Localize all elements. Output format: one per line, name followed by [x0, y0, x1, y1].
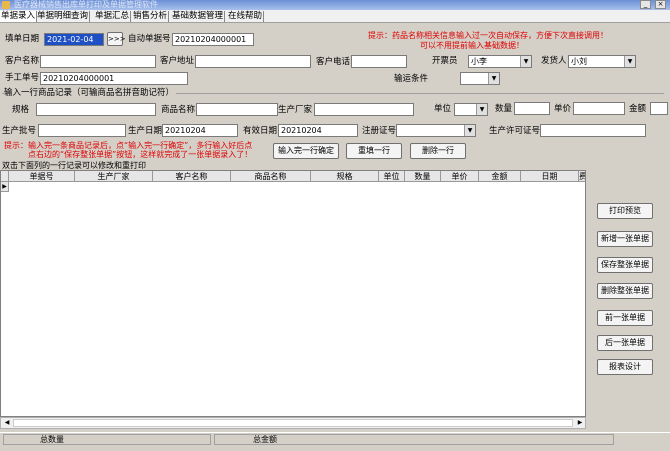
- unit-label: 单位: [434, 104, 452, 114]
- next-doc-button[interactable]: 后一张单据: [597, 335, 653, 351]
- tip-top-line2: 可以不用提前输入基础数据！: [420, 41, 524, 50]
- price-field[interactable]: [573, 102, 625, 115]
- refill-row-button[interactable]: 重填一行: [346, 143, 402, 159]
- transport-combo[interactable]: ▼: [460, 72, 500, 85]
- manual-no-field[interactable]: 20210204000001: [40, 72, 188, 85]
- qty-label: 数量: [495, 104, 513, 114]
- shipper-label: 发货人: [541, 56, 567, 66]
- customer-phone-field[interactable]: [351, 55, 407, 68]
- print-preview-button[interactable]: 打印预览: [597, 203, 653, 219]
- delete-row-button[interactable]: 删除一行: [410, 143, 466, 159]
- total-qty-label: 总数量: [40, 435, 64, 444]
- issuer-label: 开票员: [432, 56, 458, 66]
- issuer-combo[interactable]: 小李 ▼: [468, 55, 532, 68]
- status-bar: 总数量 总金额: [0, 432, 670, 445]
- menu-item-summary[interactable]: 单据汇总: [94, 11, 132, 22]
- window-title: 医疗器械销售出库单打印及单据管理软件: [14, 0, 158, 9]
- report-design-button[interactable]: 报表设计: [597, 359, 653, 375]
- menu-item-entry[interactable]: 单据录入: [0, 11, 38, 22]
- col-header-customer[interactable]: 客户名称: [153, 171, 231, 182]
- grid-hscrollbar[interactable]: ◀ ▶: [0, 417, 586, 429]
- col-header-price[interactable]: 单价: [441, 171, 479, 182]
- save-doc-button[interactable]: 保存整张单据: [597, 257, 653, 273]
- chevron-down-icon[interactable]: ▼: [464, 125, 475, 136]
- confirm-row-button[interactable]: 输入完一行确定: [273, 143, 339, 159]
- auto-no-field[interactable]: 20210204000001: [172, 33, 254, 46]
- shipper-combo[interactable]: 小刘 ▼: [568, 55, 636, 68]
- spec-field[interactable]: [36, 103, 156, 116]
- shipper-value: 小刘: [571, 57, 587, 66]
- item-section-title: 输入一行商品记录（可输商品名拼音助记符）: [4, 88, 177, 99]
- grid-header: 单据号 生产厂家 客户名称 商品名称 规格 单位 数量 单价 金额 日期 费: [1, 171, 585, 182]
- customer-phone-label: 客户电话: [316, 57, 351, 67]
- scroll-left-icon[interactable]: ◀: [2, 418, 12, 428]
- menu-bar: 单据录入 单据明细查询 单据汇总 销售分析 基础数据管理 在线帮助: [0, 10, 670, 23]
- col-header-date[interactable]: 日期: [521, 171, 579, 182]
- col-header-doc-no[interactable]: 单据号: [9, 171, 75, 182]
- unit-combo[interactable]: ▼: [454, 103, 488, 116]
- qty-field[interactable]: [514, 102, 550, 115]
- license-field[interactable]: [540, 124, 646, 137]
- chevron-down-icon[interactable]: ▼: [520, 56, 531, 67]
- prod-date-label: 生产日期: [128, 126, 163, 136]
- minimize-button[interactable]: _: [640, 0, 651, 9]
- transport-label: 输运条件: [394, 74, 429, 84]
- auto-no-label: 自动单据号: [128, 34, 171, 44]
- delete-doc-button[interactable]: 删除整张单据: [597, 283, 653, 299]
- chevron-down-icon[interactable]: ▼: [624, 56, 635, 67]
- expiry-field[interactable]: 20210204: [278, 124, 358, 137]
- row-indicator-icon: ▶: [1, 182, 9, 192]
- name-field[interactable]: [196, 103, 278, 116]
- total-amount-label: 总金额: [253, 435, 277, 444]
- menu-item-detail-query[interactable]: 单据明细查询: [36, 11, 91, 22]
- go-button[interactable]: >>>: [107, 32, 126, 46]
- app-icon: [2, 1, 10, 9]
- scroll-thumb[interactable]: [13, 419, 573, 427]
- price-label: 单价: [554, 104, 572, 114]
- customer-name-label: 客户名称: [5, 56, 40, 66]
- maker-field[interactable]: [314, 103, 414, 116]
- menu-item-sales-analysis[interactable]: 销售分析: [132, 11, 170, 22]
- maker-label: 生产厂家: [278, 105, 313, 115]
- license-label: 生产许可证号: [489, 126, 541, 136]
- menu-item-base-data[interactable]: 基础数据管理: [171, 11, 226, 22]
- customer-addr-label: 客户地址: [160, 56, 195, 66]
- prod-date-field[interactable]: 20210204: [162, 124, 238, 137]
- batch-label: 生产批号: [2, 126, 37, 136]
- close-button[interactable]: ×: [655, 0, 666, 9]
- total-qty-cell: 总数量: [3, 434, 211, 445]
- fill-date-label: 填单日期: [5, 34, 40, 44]
- grid-corner: [1, 171, 9, 182]
- name-label: 商品名称: [161, 105, 196, 115]
- col-header-amount[interactable]: 金额: [479, 171, 521, 182]
- scroll-right-icon[interactable]: ▶: [575, 418, 585, 428]
- menu-item-online-help[interactable]: 在线帮助: [227, 11, 265, 22]
- col-header-unit[interactable]: 单位: [379, 171, 405, 182]
- tip-line2: 点右边的“保存整张单据”按钮，这样就完成了一张单据录入了！: [28, 150, 253, 159]
- customer-addr-field[interactable]: [195, 55, 311, 68]
- spec-label: 规格: [12, 105, 30, 115]
- amount-label: 金额: [629, 104, 647, 114]
- amount-field[interactable]: [650, 102, 668, 115]
- batch-field[interactable]: [38, 124, 126, 137]
- col-header-spec[interactable]: 规格: [311, 171, 379, 182]
- records-grid[interactable]: 单据号 生产厂家 客户名称 商品名称 规格 单位 数量 单价 金额 日期 费 ▶: [0, 170, 586, 417]
- new-doc-button[interactable]: 新增一张单据: [597, 231, 653, 247]
- expiry-label: 有效日期: [243, 126, 278, 136]
- manual-no-label: 手工单号: [5, 73, 40, 83]
- col-header-product[interactable]: 商品名称: [231, 171, 311, 182]
- chevron-down-icon[interactable]: ▼: [476, 104, 487, 115]
- reg-combo[interactable]: ▼: [396, 124, 476, 137]
- chevron-down-icon[interactable]: ▼: [488, 73, 499, 84]
- reg-label: 注册证号: [362, 126, 397, 136]
- issuer-value: 小李: [471, 57, 487, 66]
- customer-name-field[interactable]: [40, 55, 156, 68]
- col-header-qty[interactable]: 数量: [405, 171, 441, 182]
- total-amount-cell: 总金额: [214, 434, 614, 445]
- prev-doc-button[interactable]: 前一张单据: [597, 310, 653, 326]
- col-header-maker[interactable]: 生产厂家: [75, 171, 153, 182]
- title-bar: 医疗器械销售出库单打印及单据管理软件 _ ×: [0, 0, 670, 10]
- col-header-fee[interactable]: 费: [579, 171, 585, 182]
- fill-date-field[interactable]: 2021-02-04: [44, 33, 104, 46]
